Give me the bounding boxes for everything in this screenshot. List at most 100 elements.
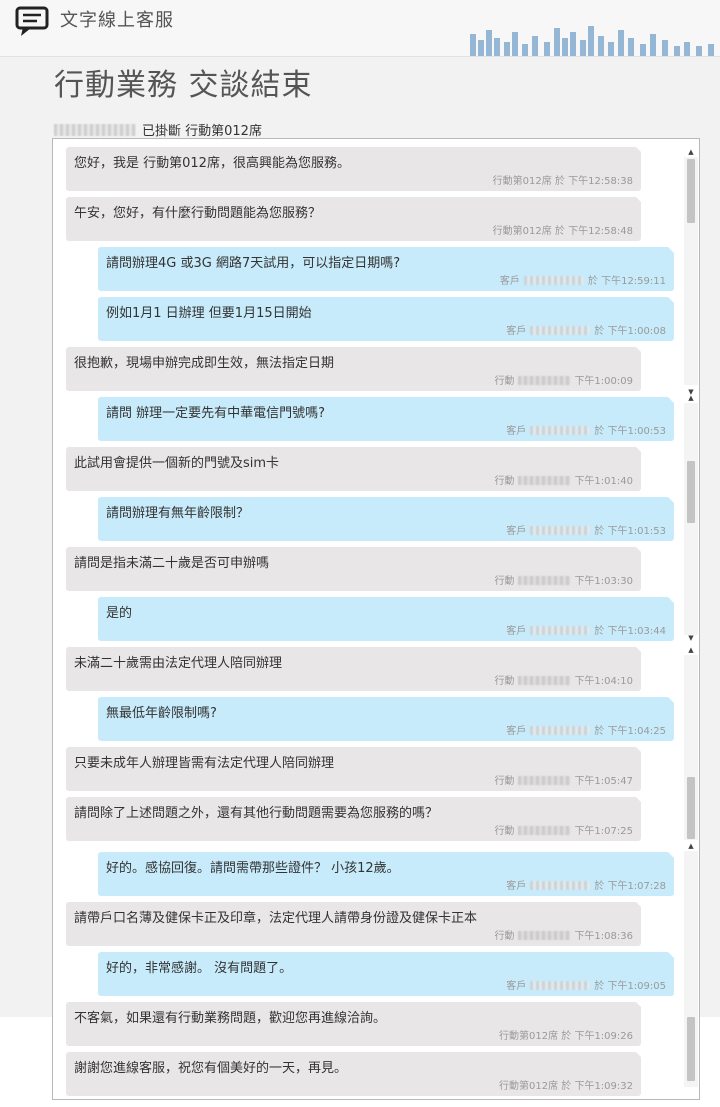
message-sender: 行動第012席 bbox=[498, 1031, 559, 1042]
message-meta: 行動 下午1:03:30 bbox=[494, 572, 633, 587]
bubble-corner bbox=[668, 247, 674, 253]
redacted-text bbox=[530, 426, 591, 435]
message-sender: 客戶 bbox=[506, 426, 527, 437]
message-meta: 客戶 於 下午1:00:53 bbox=[506, 422, 666, 437]
message-text: 請問辦理4G 或3G 網路7天試用，可以指定日期嗎? bbox=[106, 256, 401, 271]
message-sender: 行動 bbox=[494, 376, 515, 387]
message-text: 請問是指未滿二十歲是否可申辦嗎 bbox=[74, 556, 270, 571]
message-text: 您好，我是 行動第012席，很高興能為您服務。 bbox=[74, 156, 350, 171]
message-time: 下午1:07:25 bbox=[574, 826, 633, 837]
customer-message: 請問辦理4G 或3G 網路7天試用，可以指定日期嗎? 客戶 於 下午12:59:11 bbox=[98, 247, 674, 291]
message-text: 此試用會提供一個新的門號及sim卡 bbox=[74, 456, 280, 471]
message-meta: 行動 下午1:08:36 bbox=[494, 927, 633, 942]
agent-message: 不客氣，如果還有行動業務問題，歡迎您再進線洽詢。行動第012席 於 下午1:09… bbox=[66, 1002, 642, 1046]
status-text: 已掛斷 行動第012席 bbox=[142, 124, 262, 139]
redacted-text bbox=[518, 476, 571, 485]
message-sender: 行動第012席 bbox=[492, 176, 552, 187]
message-time: 於 下午1:04:25 bbox=[594, 726, 666, 737]
message-time: 於 下午1:09:32 bbox=[561, 1081, 633, 1092]
agent-message: 請帶戶口名薄及健保卡正及印章，法定代理人請帶身份證及健保卡正本 行動 下午1:08:… bbox=[66, 902, 642, 946]
message-time: 於 下午1:00:08 bbox=[594, 326, 666, 337]
agent-message: 午安，您好，有什麼行動問題能為您服務？ 行動第012席 於 下午12:58:48 bbox=[66, 197, 642, 241]
redacted-text bbox=[518, 576, 571, 585]
chat-bubble-icon bbox=[15, 6, 49, 36]
message-time: 於 下午1:03:44 bbox=[594, 626, 666, 637]
message-meta: 行動第012席 於 下午12:58:38 bbox=[493, 172, 633, 187]
bubble-corner bbox=[636, 447, 642, 453]
agent-message: 只要未成年人辦理皆需有法定代理人陪同辦理 行動 下午1:05:47 bbox=[66, 747, 642, 791]
customer-message: 請問辦理有無年齡限制？ 客戶 於 下午1:01:53 bbox=[98, 497, 674, 541]
message-meta: 客戶 於 下午1:09:05 bbox=[506, 977, 666, 992]
bubble-corner bbox=[636, 347, 642, 353]
scroll-thumb[interactable] bbox=[687, 1017, 695, 1081]
redacted-text bbox=[518, 931, 571, 940]
customer-message: 請問 辦理一定要先有中華電信門號嗎? 客戶 於 下午1:00:53 bbox=[98, 397, 674, 441]
chat-transcript[interactable]: 您好，我是 行動第012席，很高興能為您服務。行動第012席 於 下午12:58… bbox=[52, 138, 700, 1100]
redacted-text bbox=[530, 526, 591, 535]
message-text: 是的 bbox=[106, 606, 133, 621]
bubble-corner bbox=[668, 597, 674, 603]
message-time: 下午1:03:30 bbox=[574, 576, 633, 587]
scroll-thumb[interactable] bbox=[687, 461, 695, 523]
message-time: 於 下午12:58:38 bbox=[554, 176, 633, 187]
scroll-thumb[interactable] bbox=[687, 777, 695, 839]
bubble-corner bbox=[668, 397, 674, 403]
message-time: 於 下午1:09:05 bbox=[594, 981, 666, 992]
message-meta: 客戶 於 下午1:07:28 bbox=[506, 877, 666, 892]
scroll-up-arrow[interactable]: ▲ bbox=[684, 147, 698, 157]
redacted-text bbox=[530, 881, 591, 890]
message-sender: 行動第012席 bbox=[498, 1081, 559, 1092]
bubble-corner bbox=[636, 747, 642, 753]
agent-message: 您好，我是 行動第012席，很高興能為您服務。行動第012席 於 下午12:58… bbox=[66, 147, 642, 191]
redacted-text bbox=[518, 826, 571, 835]
message-text: 好的。感協回復。請問需帶那些證件？ 小孩12歲。 bbox=[106, 861, 400, 876]
agent-message: 請問除了上述問題之外，還有其他行動問題需要為您服務的嗎？ 行動 下午1:07:25 bbox=[66, 797, 642, 841]
scroll-thumb[interactable] bbox=[687, 159, 695, 223]
message-meta: 行動第012席 於 下午1:09:26 bbox=[499, 1027, 633, 1042]
message-meta: 行動 下午1:01:40 bbox=[494, 472, 633, 487]
message-text: 未滿二十歲需由法定代理人陪同辦理 bbox=[74, 656, 283, 671]
bubble-corner bbox=[636, 547, 642, 553]
customer-message: 好的。感協回復。請問需帶那些證件？ 小孩12歲。客戶 於 下午1:07:28 bbox=[98, 852, 674, 896]
scroll-up-arrow[interactable]: ▲ bbox=[684, 841, 698, 851]
equalizer-decoration bbox=[470, 26, 714, 56]
scroll-up-arrow[interactable]: ▲ bbox=[684, 645, 698, 655]
bubble-corner bbox=[636, 1002, 642, 1008]
bubble-corner bbox=[636, 647, 642, 653]
message-time: 下午1:04:10 bbox=[574, 676, 633, 687]
message-time: 於 下午1:01:53 bbox=[594, 526, 666, 537]
scroll-up-arrow[interactable]: ▲ bbox=[684, 393, 698, 403]
message-time: 於 下午1:09:26 bbox=[561, 1031, 633, 1042]
agent-message: 謝謝您進線客服，祝您有個美好的一天，再見。行動第012席 於 下午1:09:32 bbox=[66, 1052, 642, 1096]
bubble-corner bbox=[668, 497, 674, 503]
message-meta: 行動 下午1:05:47 bbox=[494, 772, 633, 787]
message-sender: 客戶 bbox=[506, 526, 527, 537]
message-text: 請問 辦理一定要先有中華電信門號嗎? bbox=[106, 406, 326, 421]
page-title: 行動業務 交談結束 bbox=[54, 68, 313, 103]
message-meta: 行動 下午1:07:25 bbox=[494, 822, 633, 837]
message-text: 不客氣，如果還有行動業務問題，歡迎您再進線洽詢。 bbox=[74, 1011, 387, 1026]
message-sender: 行動 bbox=[494, 826, 515, 837]
message-text: 謝謝您進線客服，祝您有個美好的一天，再見。 bbox=[74, 1061, 348, 1076]
agent-message: 請問是指未滿二十歲是否可申辦嗎行動 下午1:03:30 bbox=[66, 547, 642, 591]
agent-message: 此試用會提供一個新的門號及sim卡行動 下午1:01:40 bbox=[66, 447, 642, 491]
message-sender: 客戶 bbox=[499, 276, 520, 287]
message-sender: 客戶 bbox=[506, 881, 527, 892]
message-time: 於 下午12:59:11 bbox=[587, 276, 666, 287]
message-sender: 客戶 bbox=[506, 981, 527, 992]
redacted-text bbox=[518, 676, 571, 685]
message-sender: 客戶 bbox=[506, 726, 527, 737]
scroll-down-arrow[interactable]: ▼ bbox=[684, 633, 698, 643]
customer-message: 是的 客戶 於 下午1:03:44 bbox=[98, 597, 674, 641]
message-meta: 行動第012席 於 下午1:09:32 bbox=[499, 1077, 633, 1092]
message-text: 無最低年齡限制嗎? bbox=[106, 706, 217, 721]
customer-message: 好的，非常感謝。 沒有問題了。 客戶 於 下午1:09:05 bbox=[98, 952, 674, 996]
message-meta: 客戶 於 下午1:00:08 bbox=[506, 322, 666, 337]
message-meta: 行動第012席 於 下午12:58:48 bbox=[493, 222, 633, 237]
message-time: 下午1:08:36 bbox=[574, 931, 633, 942]
message-text: 例如1月1 日辦理 但要1月15日開始 bbox=[106, 306, 312, 321]
message-sender: 行動第012席 bbox=[492, 226, 552, 237]
message-sender: 行動 bbox=[494, 676, 515, 687]
message-meta: 行動 下午1:04:10 bbox=[494, 672, 633, 687]
redacted-text bbox=[530, 326, 591, 335]
